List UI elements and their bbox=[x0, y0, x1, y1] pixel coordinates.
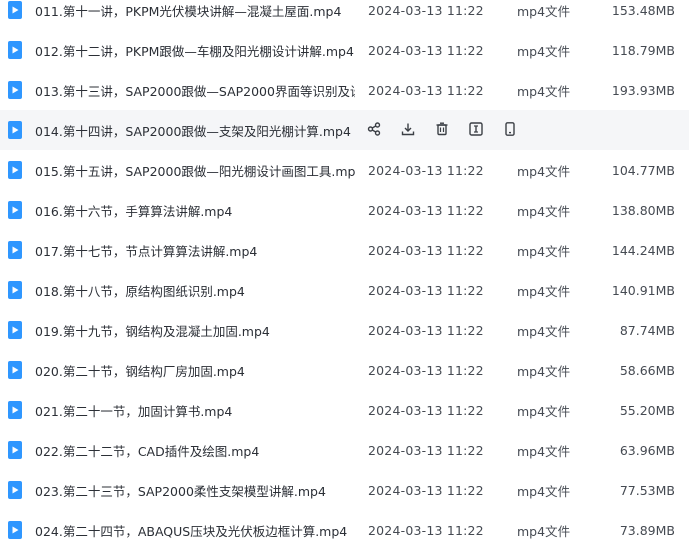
file-type: mp4文件 bbox=[517, 43, 571, 59]
file-size: 104.77MB bbox=[611, 162, 675, 178]
share-icon bbox=[367, 121, 381, 139]
file-list: 011.第十一讲，PKPM光伏模块讲解—混凝土屋面.mp4 2024-03-13 … bbox=[0, 0, 689, 539]
file-size: 140.91MB bbox=[611, 282, 675, 298]
file-name[interactable]: 024.第二十四节，ABAQUS压块及光伏板边框计算.mp4 bbox=[35, 521, 355, 540]
video-file-icon bbox=[8, 241, 22, 259]
file-date: 2024-03-13 11:22 bbox=[368, 442, 484, 458]
video-file-icon bbox=[8, 121, 22, 139]
file-type: mp4文件 bbox=[517, 83, 571, 99]
phone-icon bbox=[503, 121, 517, 139]
file-date: 2024-03-13 11:22 bbox=[368, 322, 484, 338]
file-date: 2024-03-13 11:22 bbox=[368, 242, 484, 258]
file-type: mp4文件 bbox=[517, 203, 571, 219]
file-type: mp4文件 bbox=[517, 443, 571, 459]
file-name[interactable]: 011.第十一讲，PKPM光伏模块讲解—混凝土屋面.mp4 bbox=[35, 1, 355, 20]
file-name[interactable]: 019.第十九节，钢结构及混凝土加固.mp4 bbox=[35, 321, 355, 340]
file-type: mp4文件 bbox=[517, 283, 571, 299]
file-row[interactable]: 024.第二十四节，ABAQUS压块及光伏板边框计算.mp4 2024-03-13… bbox=[0, 510, 689, 543]
file-date: 2024-03-13 11:22 bbox=[368, 2, 484, 18]
file-type: mp4文件 bbox=[517, 403, 571, 419]
download-button[interactable] bbox=[401, 121, 435, 139]
file-date: 2024-03-13 11:22 bbox=[368, 282, 484, 298]
file-name[interactable]: 023.第二十三节，SAP2000柔性支架模型讲解.mp4 bbox=[35, 481, 355, 500]
file-name[interactable]: 018.第十八节，原结构图纸识别.mp4 bbox=[35, 281, 355, 300]
file-row[interactable]: 022.第二十二节，CAD插件及绘图.mp4 2024-03-13 11:22 mp… bbox=[0, 430, 689, 470]
video-file-icon bbox=[8, 201, 22, 219]
file-size: 144.24MB bbox=[611, 242, 675, 258]
file-date: 2024-03-13 11:22 bbox=[368, 362, 484, 378]
file-name[interactable]: 015.第十五讲，SAP2000跟做—阳光棚设计画图工具.mp4 bbox=[35, 161, 355, 180]
file-type: mp4文件 bbox=[517, 163, 571, 179]
file-row[interactable]: 011.第十一讲，PKPM光伏模块讲解—混凝土屋面.mp4 2024-03-13 … bbox=[0, 0, 689, 30]
share-button[interactable] bbox=[367, 121, 401, 139]
file-type: mp4文件 bbox=[517, 323, 571, 339]
delete-button[interactable] bbox=[435, 121, 469, 139]
file-size: 87.74MB bbox=[619, 322, 675, 338]
file-type: mp4文件 bbox=[517, 523, 571, 539]
file-row[interactable]: 013.第十三讲，SAP2000跟做—SAP2000界面等识别及设... 2024… bbox=[0, 70, 689, 110]
delete-icon bbox=[435, 122, 449, 139]
file-row[interactable]: 012.第十二讲，PKPM跟做—车棚及阳光棚设计讲解.mp4 2024-03-13… bbox=[0, 30, 689, 70]
row-actions bbox=[367, 121, 537, 139]
file-row[interactable]: 020.第二十节，钢结构厂房加固.mp4 2024-03-13 11:22 mp4文… bbox=[0, 350, 689, 390]
video-file-icon bbox=[8, 161, 22, 179]
file-name[interactable]: 020.第二十节，钢结构厂房加固.mp4 bbox=[35, 361, 355, 380]
file-row[interactable]: 017.第十七节，节点计算算法讲解.mp4 2024-03-13 11:22 mp4… bbox=[0, 230, 689, 270]
video-file-icon bbox=[8, 281, 22, 299]
video-file-icon bbox=[8, 481, 22, 499]
file-name[interactable]: 017.第十七节，节点计算算法讲解.mp4 bbox=[35, 241, 355, 260]
video-file-icon bbox=[8, 401, 22, 419]
video-file-icon bbox=[8, 441, 22, 459]
phone-button[interactable] bbox=[503, 121, 537, 139]
file-size: 193.93MB bbox=[611, 82, 675, 98]
file-name[interactable]: 014.第十四讲，SAP2000跟做—支架及阳光棚计算.mp4 bbox=[35, 121, 355, 140]
file-size: 55.20MB bbox=[619, 402, 675, 418]
rename-button[interactable] bbox=[469, 121, 503, 139]
file-type: mp4文件 bbox=[517, 483, 571, 499]
file-type: mp4文件 bbox=[517, 3, 571, 19]
file-name[interactable]: 022.第二十二节，CAD插件及绘图.mp4 bbox=[35, 441, 355, 460]
file-size: 138.80MB bbox=[611, 202, 675, 218]
file-row[interactable]: 016.第十六节，手算算法讲解.mp4 2024-03-13 11:22 mp4文件… bbox=[0, 190, 689, 230]
file-size: 73.89MB bbox=[619, 522, 675, 538]
file-date: 2024-03-13 11:22 bbox=[368, 162, 484, 178]
file-date: 2024-03-13 11:22 bbox=[368, 522, 484, 538]
file-date: 2024-03-13 11:22 bbox=[368, 42, 484, 58]
file-size: 153.48MB bbox=[611, 2, 675, 18]
file-size: 58.66MB bbox=[619, 362, 675, 378]
file-size: 63.96MB bbox=[619, 442, 675, 458]
file-size: 77.53MB bbox=[619, 482, 675, 498]
file-name[interactable]: 016.第十六节，手算算法讲解.mp4 bbox=[35, 201, 355, 220]
file-size: 118.79MB bbox=[611, 42, 675, 58]
file-row[interactable]: 021.第二十一节，加固计算书.mp4 2024-03-13 11:22 mp4文件… bbox=[0, 390, 689, 430]
file-row[interactable]: 023.第二十三节，SAP2000柔性支架模型讲解.mp4 2024-03-13 … bbox=[0, 470, 689, 510]
file-date: 2024-03-13 11:22 bbox=[368, 482, 484, 498]
video-file-icon bbox=[8, 321, 22, 339]
rename-icon bbox=[469, 121, 483, 139]
file-row[interactable]: 014.第十四讲，SAP2000跟做—支架及阳光棚计算.mp4 bbox=[0, 110, 689, 150]
file-date: 2024-03-13 11:22 bbox=[368, 202, 484, 218]
file-date: 2024-03-13 11:22 bbox=[368, 402, 484, 418]
file-row[interactable]: 018.第十八节，原结构图纸识别.mp4 2024-03-13 11:22 mp4文… bbox=[0, 270, 689, 310]
file-date: 2024-03-13 11:22 bbox=[368, 82, 484, 98]
video-file-icon bbox=[8, 81, 22, 99]
file-type: mp4文件 bbox=[517, 243, 571, 259]
file-name[interactable]: 021.第二十一节，加固计算书.mp4 bbox=[35, 401, 355, 420]
file-row[interactable]: 019.第十九节，钢结构及混凝土加固.mp4 2024-03-13 11:22 mp… bbox=[0, 310, 689, 350]
file-row[interactable]: 015.第十五讲，SAP2000跟做—阳光棚设计画图工具.mp4 2024-03-… bbox=[0, 150, 689, 190]
video-file-icon bbox=[8, 41, 22, 59]
download-icon bbox=[401, 122, 415, 139]
file-name[interactable]: 012.第十二讲，PKPM跟做—车棚及阳光棚设计讲解.mp4 bbox=[35, 41, 355, 60]
video-file-icon bbox=[8, 521, 22, 539]
file-type: mp4文件 bbox=[517, 363, 571, 379]
video-file-icon bbox=[8, 361, 22, 379]
file-name[interactable]: 013.第十三讲，SAP2000跟做—SAP2000界面等识别及设... bbox=[35, 81, 355, 100]
video-file-icon bbox=[8, 1, 22, 19]
